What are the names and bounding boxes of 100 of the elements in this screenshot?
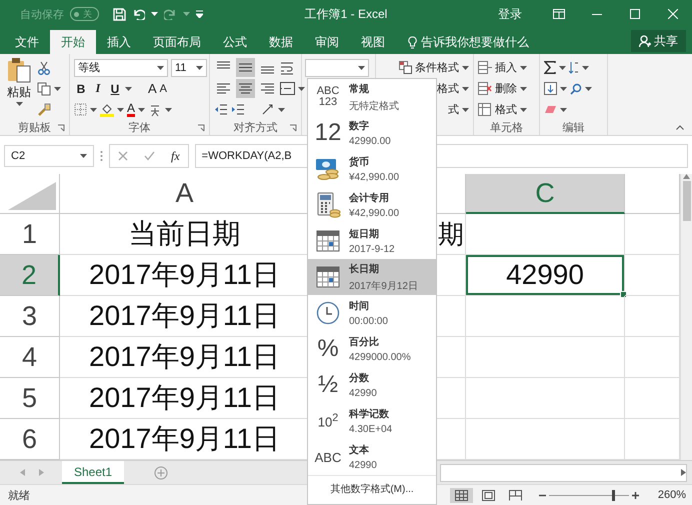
caret-icon[interactable] — [117, 108, 124, 112]
menu-item[interactable]: 时间 00:00:00 — [308, 295, 436, 331]
caret-icon[interactable] — [560, 108, 567, 112]
ribbon-display-icon[interactable] — [553, 9, 565, 19]
ribbon-tab[interactable]: 开始 — [50, 30, 96, 54]
ribbon-tab[interactable]: 公式 — [212, 30, 258, 54]
normal-view-icon[interactable] — [450, 488, 473, 502]
row-header[interactable]: 2 — [0, 255, 60, 296]
sheet-tab[interactable]: Sheet1 — [62, 461, 124, 484]
copy-icon[interactable] — [37, 82, 51, 96]
merge-center-icon[interactable] — [280, 82, 295, 95]
tell-me-field[interactable]: 告诉我你想要做什么 — [421, 34, 529, 50]
maximize-icon[interactable] — [630, 9, 640, 19]
row-header[interactable]: 5 — [0, 378, 60, 419]
more-options-icon[interactable] — [100, 150, 103, 162]
zoom-level[interactable]: 260% — [642, 489, 692, 501]
fill-handle[interactable] — [620, 291, 627, 298]
sign-in-link[interactable]: 登录 — [480, 6, 540, 22]
caret-icon[interactable] — [196, 66, 203, 70]
middle-align-icon[interactable] — [236, 58, 255, 77]
ribbon-tab[interactable]: 数据 — [258, 30, 304, 54]
caret-icon[interactable] — [559, 66, 566, 70]
paste-button[interactable]: 粘贴 — [4, 57, 34, 120]
caret-icon[interactable] — [462, 66, 469, 70]
shrink-font-button[interactable]: A — [160, 82, 168, 94]
menu-item[interactable]: 长日期 2017年9月12日 — [308, 259, 436, 295]
format-cells-button[interactable]: 格式 — [478, 99, 535, 120]
dialog-launcher-icon[interactable] — [197, 124, 205, 132]
save-icon[interactable] — [113, 8, 126, 20]
caret-icon[interactable] — [358, 66, 365, 70]
caret-icon[interactable] — [462, 108, 469, 112]
borders-icon[interactable] — [74, 103, 87, 116]
cut-icon[interactable] — [37, 60, 51, 74]
ribbon-tab[interactable]: 视图 — [350, 30, 396, 54]
caret-icon[interactable] — [520, 86, 527, 90]
ribbon-tab[interactable]: 页面布局 — [142, 30, 212, 54]
ribbon-tab[interactable]: 文件 — [4, 30, 50, 54]
scroll-up-icon[interactable] — [683, 174, 690, 179]
insert-cells-button[interactable]: 插入 — [478, 57, 535, 78]
scrollbar-thumb[interactable] — [682, 181, 690, 221]
underline-button[interactable]: U — [108, 82, 122, 96]
caret-icon[interactable] — [298, 86, 305, 90]
caret-icon[interactable] — [520, 66, 527, 70]
font-name-field[interactable]: 等线 — [74, 58, 168, 76]
font-size-field[interactable]: 11 — [171, 58, 207, 76]
caret-icon[interactable] — [54, 86, 61, 90]
search-icon[interactable] — [570, 82, 582, 94]
menu-item[interactable]: 10$^{2}$ 科学记数 4.30E+04 — [308, 403, 436, 439]
horizontal-scrollbar[interactable] — [440, 464, 687, 482]
person-icon[interactable] — [639, 35, 651, 47]
menu-item[interactable]: ½ 分数 42990 — [308, 367, 436, 403]
increase-indent-icon[interactable] — [231, 103, 245, 116]
caret-icon[interactable] — [90, 108, 97, 112]
decrease-indent-icon[interactable] — [214, 103, 228, 116]
row-header[interactable]: 4 — [0, 337, 60, 378]
caret-icon[interactable] — [125, 86, 132, 90]
zoom-in-icon[interactable] — [632, 492, 639, 498]
italic-button[interactable]: I — [91, 81, 105, 96]
orientation-icon[interactable] — [261, 103, 275, 116]
autosum-icon[interactable] — [544, 61, 556, 74]
scroll-right-icon[interactable] — [681, 469, 686, 476]
share-button[interactable]: 共享 — [631, 30, 686, 52]
insert-function-button[interactable]: fx — [171, 148, 180, 164]
font-color-button[interactable]: A — [127, 102, 136, 117]
ribbon-tab[interactable]: 审阅 — [304, 30, 350, 54]
undo-icon[interactable] — [132, 8, 145, 20]
grow-font-button[interactable]: A — [148, 81, 157, 96]
menu-item[interactable]: % 百分比 4299000.00% — [308, 331, 436, 367]
conditional-formatting-button[interactable]: 条件格式 — [399, 57, 469, 78]
row-header[interactable]: 3 — [0, 296, 60, 337]
more-formats-link[interactable]: 其他数字格式(M)... — [308, 475, 436, 501]
caret-icon[interactable] — [151, 12, 158, 16]
ribbon-tab[interactable]: 插入 — [96, 30, 142, 54]
name-box[interactable]: C2 — [4, 145, 94, 167]
caret-icon[interactable] — [165, 108, 172, 112]
fill-down-icon[interactable] — [544, 82, 557, 95]
caret-icon[interactable] — [520, 108, 527, 112]
collapse-ribbon-icon[interactable] — [676, 125, 684, 130]
row-header[interactable]: 6 — [0, 419, 60, 460]
caret-icon[interactable] — [157, 66, 164, 70]
table-format-button[interactable]: 格式 — [437, 78, 469, 99]
caret-icon[interactable] — [582, 66, 589, 70]
fill-color-icon[interactable] — [100, 102, 114, 116]
close-icon[interactable] — [668, 9, 678, 19]
caret-icon[interactable] — [80, 154, 87, 158]
wrap-text-icon[interactable] — [280, 60, 294, 74]
bold-button[interactable]: B — [74, 82, 88, 96]
dialog-launcher-icon[interactable] — [57, 124, 65, 132]
caret-icon[interactable] — [560, 86, 567, 90]
caret-icon[interactable] — [462, 86, 469, 90]
caret-icon[interactable] — [278, 108, 285, 112]
lightbulb-icon[interactable] — [408, 36, 417, 48]
customize-icon[interactable] — [196, 10, 203, 18]
caret-icon[interactable] — [585, 86, 592, 90]
row-header[interactable]: 1 — [0, 214, 60, 255]
column-header[interactable]: C — [466, 174, 625, 214]
sort-icon[interactable] — [569, 61, 579, 74]
cell-styles-button[interactable]: 式 — [448, 99, 469, 120]
menu-item[interactable]: ABC 123 常规 无特定格式 — [308, 79, 436, 115]
caret-icon[interactable] — [16, 102, 22, 106]
